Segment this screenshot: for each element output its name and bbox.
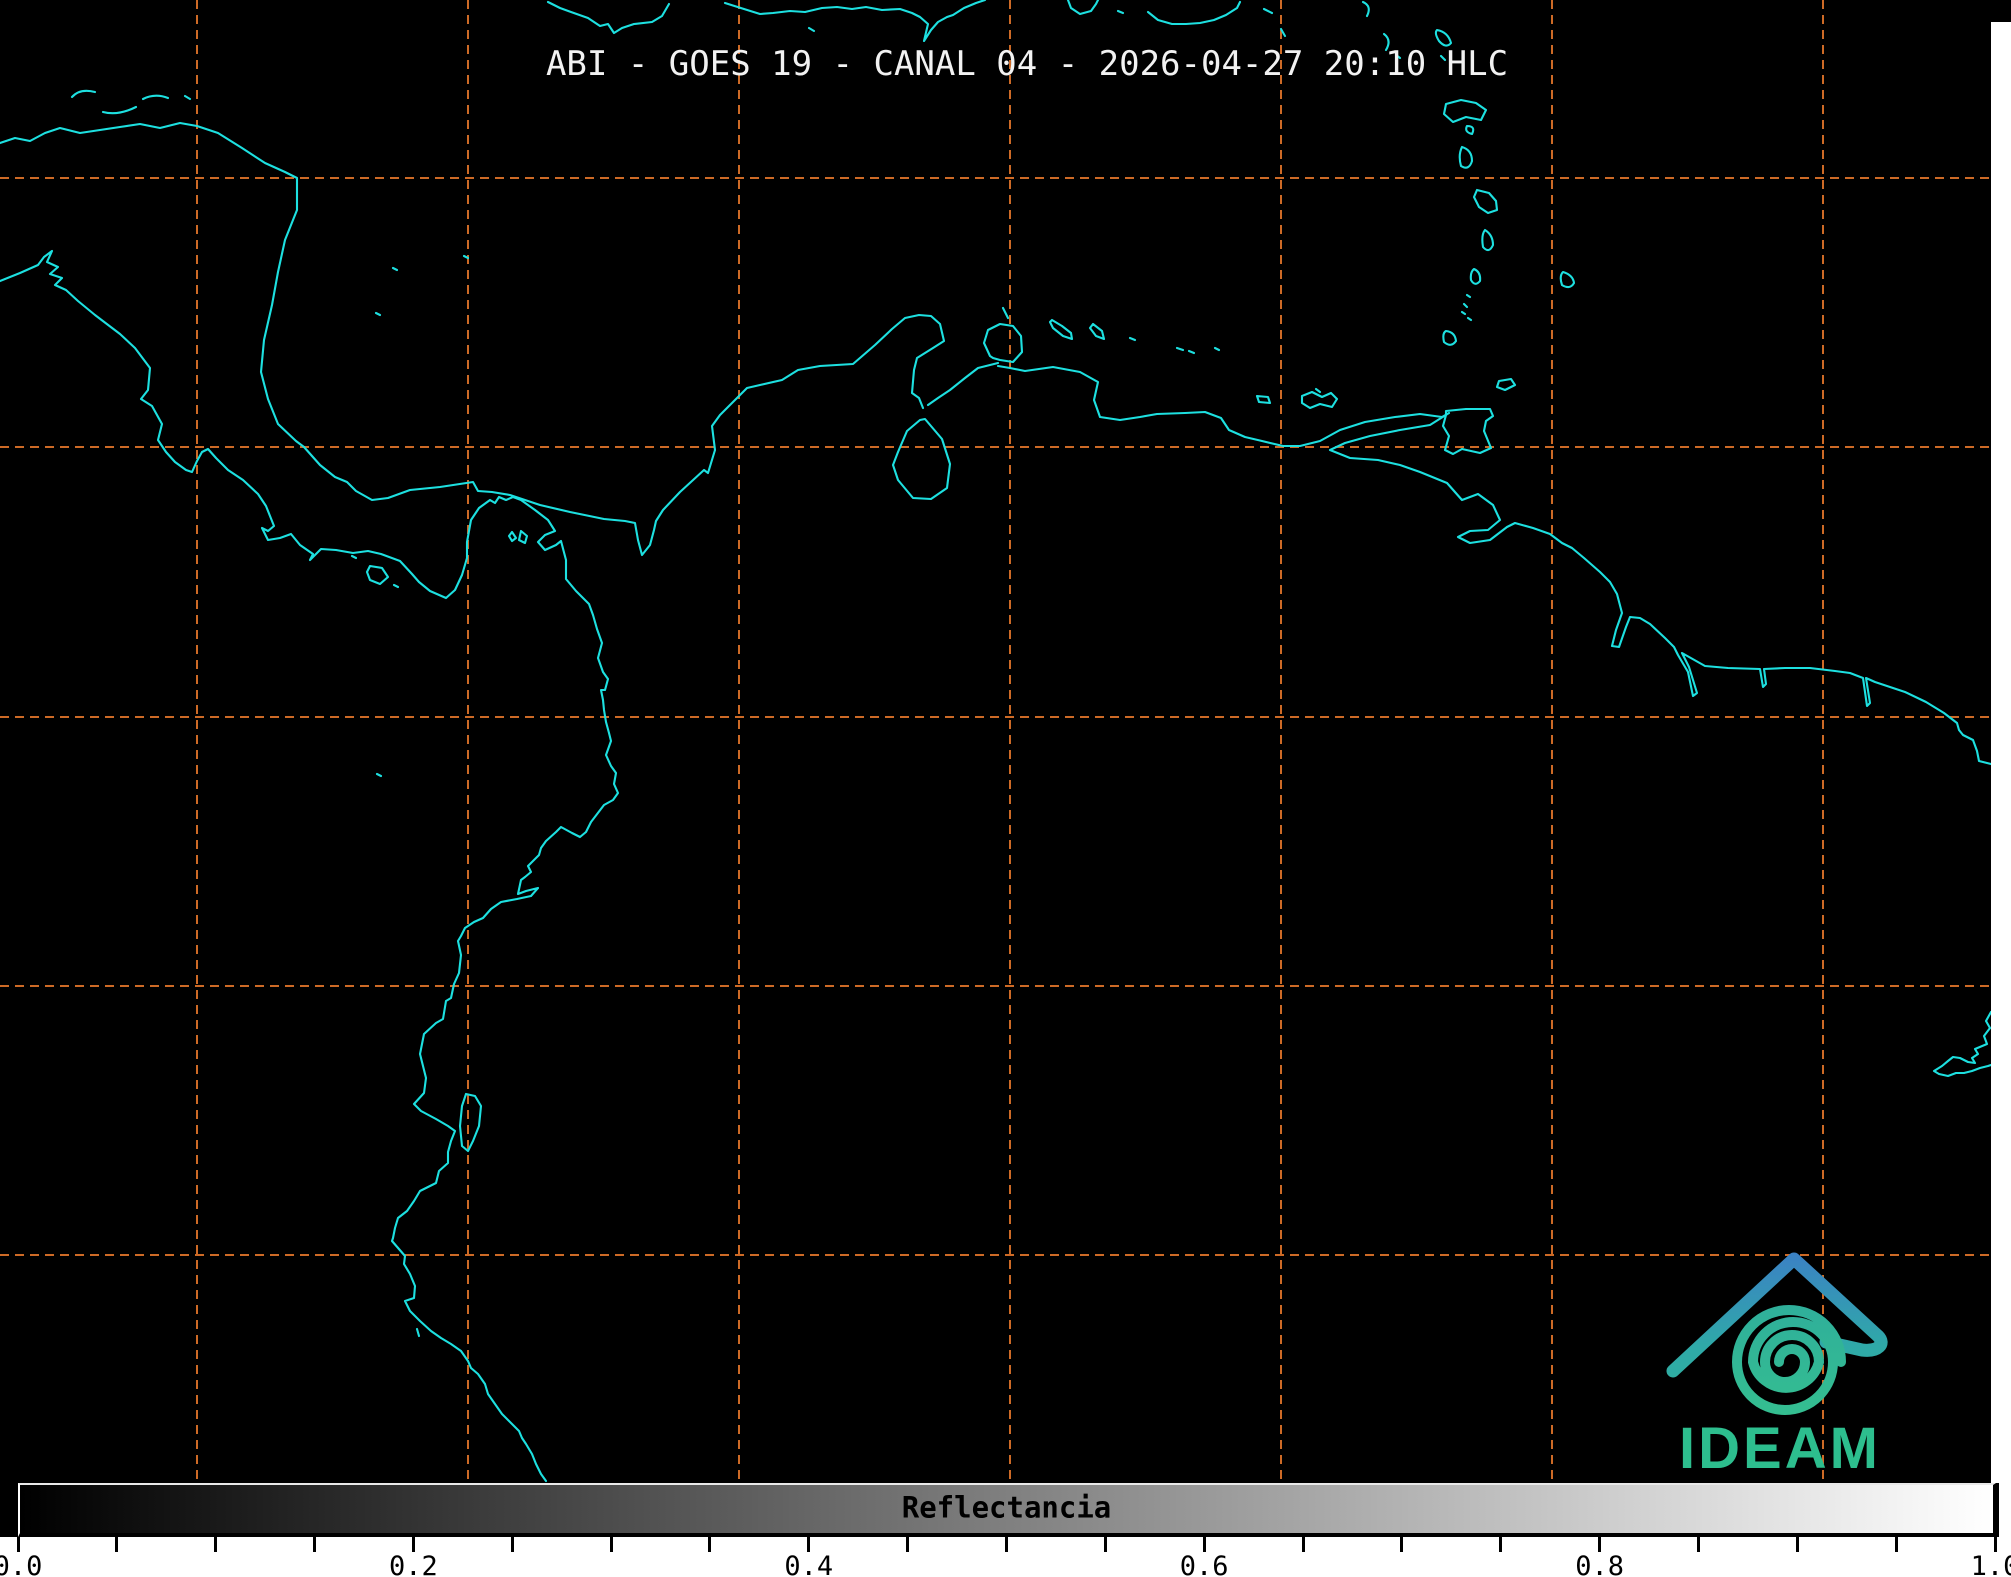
colorbar-tick	[115, 1537, 118, 1552]
colorbar-tick	[313, 1537, 316, 1552]
coastline-pacific-islands	[352, 531, 527, 1336]
colorbar-tick	[906, 1537, 909, 1552]
coastline-greater-antilles	[548, 0, 1285, 41]
ideam-logo-text: IDEAM	[1679, 1416, 1881, 1481]
colorbar-tick-label: 0.4	[784, 1551, 833, 1577]
coastline-pacific-mainland	[0, 251, 618, 1481]
colorbar-tick	[17, 1537, 20, 1552]
ideam-logo: IDEAM	[1673, 1259, 1881, 1481]
colorbar-axis-strip: 0.0 0.2 0.4 0.6 0.8 1.0	[0, 1537, 2011, 1577]
colorbar-tick	[214, 1537, 217, 1552]
ideam-spiral-icon	[1737, 1310, 1841, 1410]
figure-right-margin	[1991, 22, 2011, 1483]
graticule-gridlines	[0, 0, 1991, 1483]
colorbar-tick	[1499, 1537, 1502, 1552]
colorbar-tick	[1104, 1537, 1107, 1552]
colorbar-tick	[708, 1537, 711, 1552]
colorbar-tick	[1895, 1537, 1898, 1552]
colorbar-label: Reflectancia	[902, 1491, 1112, 1525]
colorbar-tick-label: 0.8	[1575, 1551, 1624, 1577]
colorbar-tick	[1203, 1537, 1206, 1552]
colorbar-tick-label: 0.2	[389, 1551, 438, 1577]
coastline-venezuelan-islands	[1003, 308, 1515, 454]
colorbar-tick	[807, 1537, 810, 1552]
colorbar-tick	[1005, 1537, 1008, 1552]
colorbar-tick	[1697, 1537, 1700, 1552]
colorbar-tick	[412, 1537, 415, 1552]
colorbar-tick	[610, 1537, 613, 1552]
colorbar-tick	[511, 1537, 514, 1552]
colorbar-tick-label: 0.0	[0, 1551, 42, 1577]
coastline-caribbean-mainland	[0, 123, 1991, 764]
map-title: ABI - GOES 19 - CANAL 04 - 2026-04-27 20…	[546, 44, 1508, 84]
colorbar-tick	[1400, 1537, 1403, 1552]
figure-right-margin-lower	[1999, 1483, 2011, 1537]
amazon-river-line	[1934, 1012, 1991, 1076]
colorbar-tick-label: 0.6	[1180, 1551, 1229, 1577]
satellite-map-figure: IDEAM ABI - GOES 19 - CANAL 04 - 2026-04…	[0, 0, 2011, 1577]
map-canvas: IDEAM	[0, 0, 2011, 1490]
colorbar-tick-label: 1.0	[1971, 1551, 2011, 1577]
colorbar-tick	[1598, 1537, 1601, 1552]
reflectance-colorbar: Reflectancia	[18, 1483, 1996, 1537]
colorbar-tick	[1302, 1537, 1305, 1552]
colorbar-tick	[1994, 1537, 1997, 1552]
colorbar-tick	[1796, 1537, 1799, 1552]
